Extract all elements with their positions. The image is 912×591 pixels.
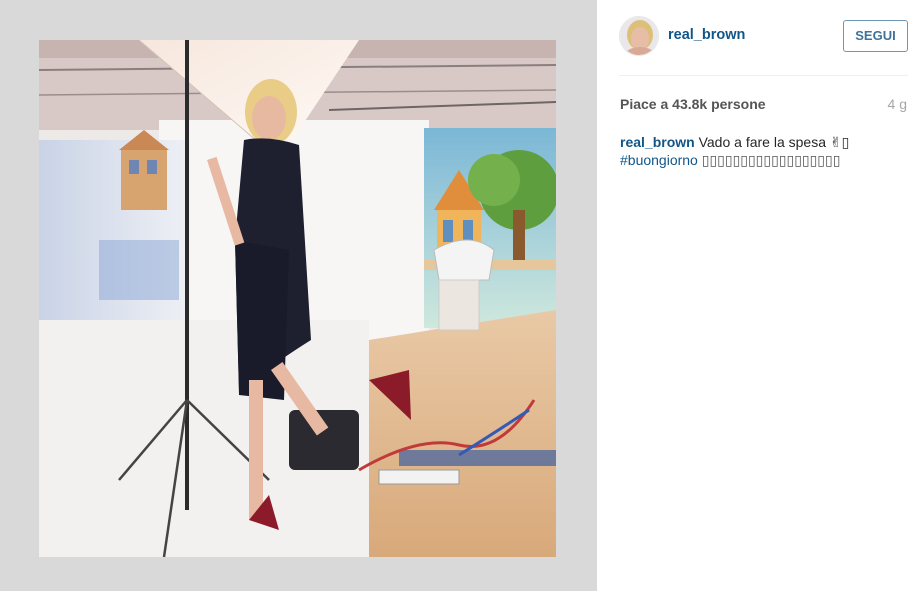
profile-avatar[interactable] bbox=[619, 16, 659, 56]
instagram-post-modal: real_brown SEGUI Piace a 43.8k persone 4… bbox=[0, 0, 912, 591]
avatar-icon bbox=[620, 17, 658, 55]
username-link[interactable]: real_brown bbox=[668, 27, 745, 43]
hashtag-link[interactable]: #buongiorno bbox=[620, 152, 698, 168]
post-photo[interactable] bbox=[39, 40, 556, 557]
caption-text: Vado a fare la spesa ✌▯ bbox=[698, 134, 850, 150]
follow-button[interactable]: SEGUI bbox=[843, 20, 908, 52]
post-caption: real_brown Vado a fare la spesa ✌▯ #buon… bbox=[620, 133, 905, 169]
header-divider bbox=[619, 75, 908, 76]
caption-trailing-glyphs: ▯▯▯▯▯▯▯▯▯▯▯▯▯▯▯▯▯▯ bbox=[701, 152, 841, 168]
likes-count[interactable]: Piace a 43.8k persone bbox=[620, 96, 766, 112]
post-sidebar: real_brown SEGUI Piace a 43.8k persone 4… bbox=[597, 0, 912, 591]
caption-username-link[interactable]: real_brown bbox=[620, 134, 695, 150]
media-panel bbox=[0, 0, 597, 591]
photo-illustration bbox=[39, 40, 556, 557]
post-time[interactable]: 4 g bbox=[888, 96, 907, 112]
post-header: real_brown SEGUI bbox=[597, 0, 912, 76]
